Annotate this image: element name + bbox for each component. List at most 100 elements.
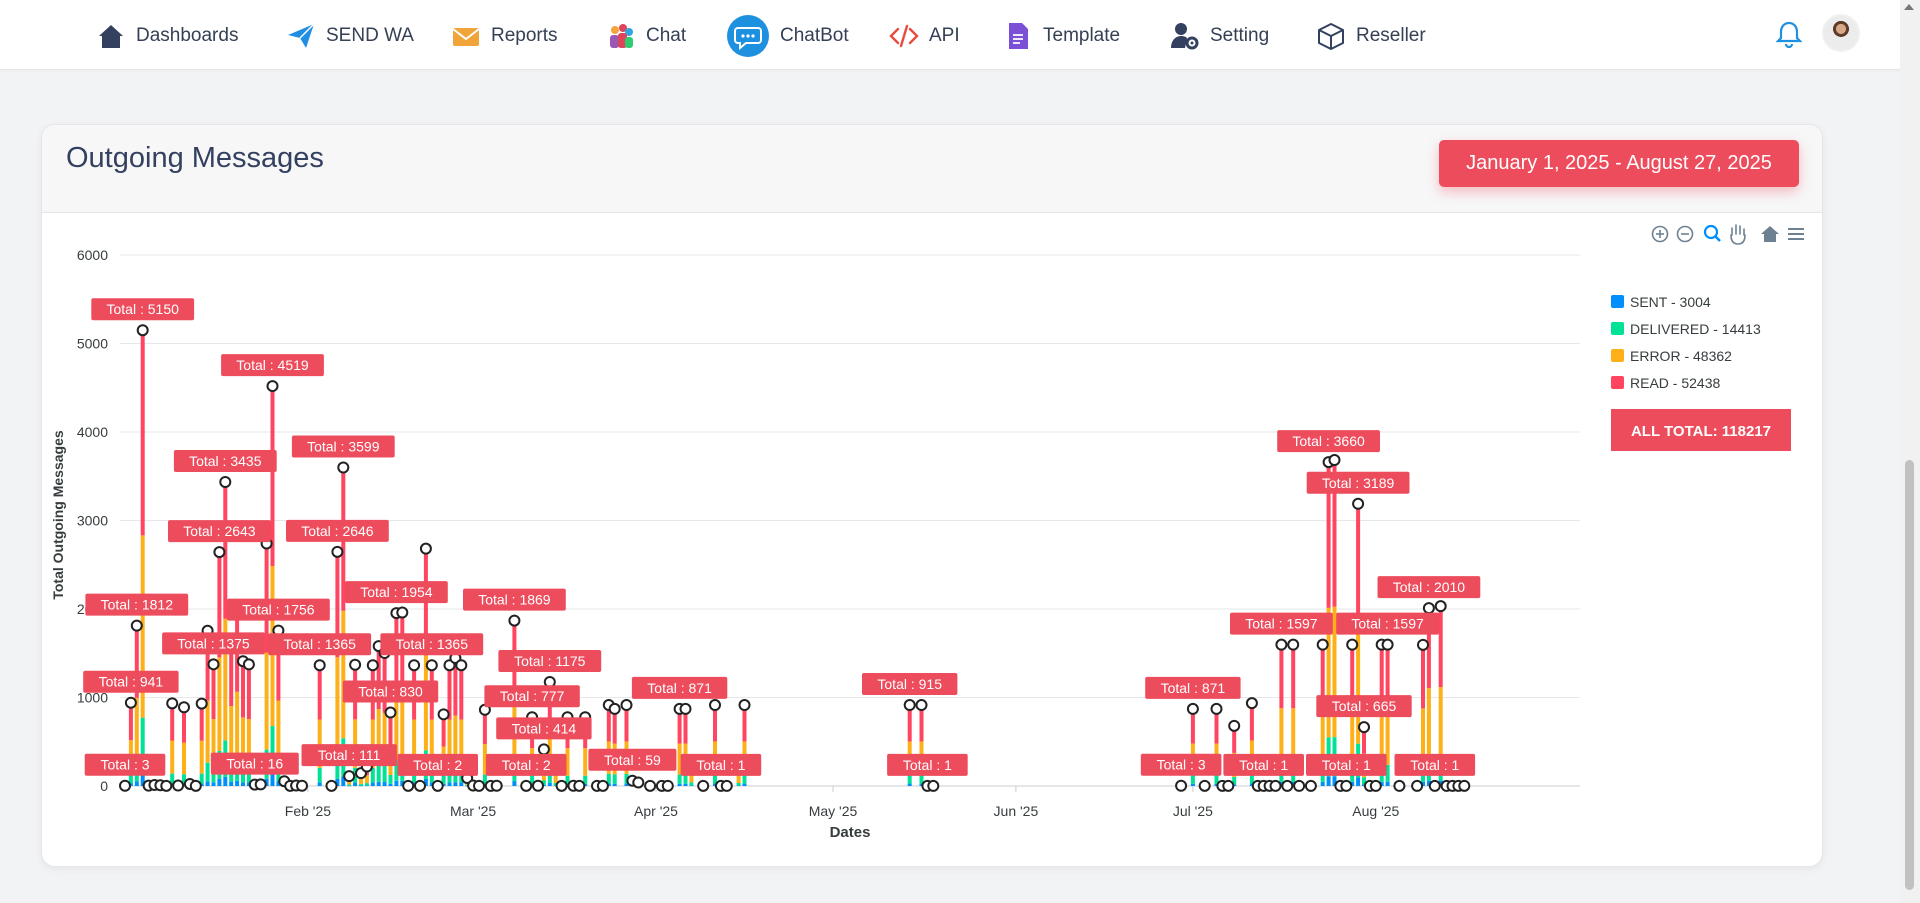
total-marker[interactable] xyxy=(242,658,255,671)
total-marker[interactable] xyxy=(1381,638,1394,651)
total-marker[interactable] xyxy=(431,779,444,792)
total-marker[interactable] xyxy=(1352,497,1365,510)
total-marker[interactable] xyxy=(1316,638,1329,651)
total-marker[interactable] xyxy=(136,324,149,337)
total-marker[interactable] xyxy=(1287,638,1300,651)
total-marker[interactable] xyxy=(455,659,468,672)
total-marker[interactable] xyxy=(266,380,279,393)
total-marker[interactable] xyxy=(1358,721,1370,734)
total-marker[interactable] xyxy=(408,659,421,672)
total-marker[interactable] xyxy=(537,743,550,756)
scrollbar-thumb[interactable] xyxy=(1905,460,1914,890)
legend-label[interactable]: SENT - 3004 xyxy=(1630,294,1711,310)
total-marker[interactable] xyxy=(915,699,928,712)
total-marker[interactable] xyxy=(213,546,226,559)
total-marker[interactable] xyxy=(384,706,397,719)
total-marker[interactable] xyxy=(632,776,645,789)
total-marker[interactable] xyxy=(178,701,190,714)
hand-icon[interactable] xyxy=(1730,224,1746,245)
total-marker[interactable] xyxy=(172,779,185,792)
total-marker[interactable] xyxy=(325,779,338,792)
total-marker[interactable] xyxy=(520,779,533,792)
total-marker[interactable] xyxy=(437,708,450,721)
total-marker[interactable] xyxy=(555,779,568,792)
total-marker[interactable] xyxy=(207,658,220,671)
delivered-bar xyxy=(1190,774,1195,784)
total-marker[interactable] xyxy=(195,697,208,710)
total-marker[interactable] xyxy=(532,779,544,792)
total-marker[interactable] xyxy=(166,697,179,710)
total-marker[interactable] xyxy=(1228,719,1241,732)
legend-marker[interactable] xyxy=(1611,322,1624,335)
total-marker[interactable] xyxy=(490,779,503,792)
total-marker[interactable] xyxy=(1340,779,1353,792)
total-marker[interactable] xyxy=(254,778,267,791)
total-marker[interactable] xyxy=(1281,779,1294,792)
total-marker[interactable] xyxy=(709,699,721,712)
total-marker[interactable] xyxy=(296,779,308,792)
total-marker[interactable] xyxy=(1269,779,1282,792)
total-marker[interactable] xyxy=(349,658,362,671)
total-marker[interactable] xyxy=(620,699,633,712)
total-marker[interactable] xyxy=(331,545,344,558)
total-marker[interactable] xyxy=(573,779,586,792)
total-marker[interactable] xyxy=(927,779,940,792)
total-marker[interactable] xyxy=(402,779,415,792)
home-icon[interactable] xyxy=(1761,226,1779,242)
total-marker[interactable] xyxy=(124,696,137,709)
total-marker[interactable] xyxy=(596,779,609,792)
total-marker[interactable] xyxy=(366,659,379,672)
total-marker[interactable] xyxy=(414,779,426,792)
total-marker[interactable] xyxy=(425,659,438,672)
total-marker[interactable] xyxy=(1417,638,1429,651)
total-marker[interactable] xyxy=(1275,638,1288,651)
total-marker[interactable] xyxy=(1458,779,1471,792)
total-data-label: Total : 1869 xyxy=(478,592,551,608)
legend-label[interactable]: ERROR - 48362 xyxy=(1630,348,1732,364)
total-marker[interactable] xyxy=(1434,600,1447,613)
total-marker[interactable] xyxy=(903,699,916,712)
legend-marker[interactable] xyxy=(1611,295,1624,308)
legend-label[interactable]: DELIVERED - 14413 xyxy=(1630,321,1761,337)
total-marker[interactable] xyxy=(473,779,485,792)
total-marker[interactable] xyxy=(1222,779,1235,792)
total-marker[interactable] xyxy=(608,702,621,715)
total-data-label: Total : 1 xyxy=(1322,757,1371,773)
total-marker[interactable] xyxy=(1428,779,1441,792)
total-marker[interactable] xyxy=(508,614,521,627)
total-marker[interactable] xyxy=(661,779,674,792)
total-marker[interactable] xyxy=(343,770,356,783)
total-marker[interactable] xyxy=(1411,779,1424,792)
total-marker[interactable] xyxy=(738,699,751,712)
total-marker[interactable] xyxy=(697,779,710,792)
total-marker[interactable] xyxy=(1369,779,1382,792)
total-marker[interactable] xyxy=(419,542,432,555)
legend-label[interactable]: READ - 52438 xyxy=(1630,375,1720,391)
total-marker[interactable] xyxy=(679,702,692,715)
total-marker[interactable] xyxy=(189,779,202,792)
total-marker[interactable] xyxy=(1210,702,1223,715)
total-marker[interactable] xyxy=(1328,454,1341,467)
total-marker[interactable] xyxy=(1393,779,1406,792)
total-marker[interactable] xyxy=(1175,779,1188,792)
total-marker[interactable] xyxy=(1422,602,1435,615)
total-marker[interactable] xyxy=(337,461,350,474)
total-marker[interactable] xyxy=(396,606,409,619)
read-bar xyxy=(1279,644,1284,709)
total-marker[interactable] xyxy=(1186,702,1199,715)
total-marker[interactable] xyxy=(1245,697,1258,710)
total-marker[interactable] xyxy=(313,659,326,672)
total-marker[interactable] xyxy=(1304,779,1317,792)
scroll-up-arrow-icon[interactable] xyxy=(1904,4,1914,10)
total-marker[interactable] xyxy=(1293,779,1306,792)
total-marker[interactable] xyxy=(219,476,232,489)
total-marker[interactable] xyxy=(160,779,173,792)
legend-marker[interactable] xyxy=(1611,376,1624,389)
total-marker[interactable] xyxy=(130,619,143,632)
total-marker[interactable] xyxy=(720,779,733,792)
total-marker[interactable] xyxy=(119,779,131,792)
total-marker[interactable] xyxy=(1346,638,1359,651)
legend-marker[interactable] xyxy=(1611,349,1624,362)
total-marker[interactable] xyxy=(644,779,657,792)
total-marker[interactable] xyxy=(1198,779,1211,792)
